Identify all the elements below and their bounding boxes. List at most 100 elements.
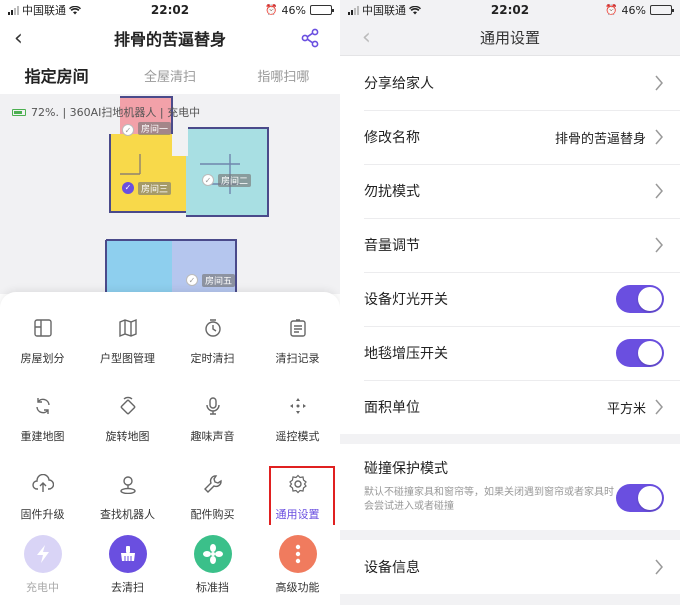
advanced-features-label: 高级功能 [275, 581, 320, 594]
function-grid: 房屋划分 户型图管理 定时清扫 清扫记录 重建地图 旋转地图 趣味声音 遥控模式… [0, 292, 340, 536]
advanced-features-button[interactable]: 高级功能 [255, 525, 340, 605]
room-split-button[interactable]: 房屋划分 [0, 302, 85, 380]
remote-mode-button[interactable]: 遥控模式 [255, 380, 340, 458]
chevron-right-icon [655, 237, 663, 253]
robot-battery-icon [12, 108, 26, 116]
back-icon[interactable]: ‹ [362, 25, 371, 50]
find-robot-label: 查找机器人 [100, 508, 155, 521]
left-screen: 中国联通 22:02 ⏰ 46% ‹ 排骨的苦逼替身 指定房间 全屋清扫 指哪扫… [0, 0, 340, 605]
tab-spot-clean[interactable]: 指哪扫哪 [227, 66, 340, 85]
clean-record-button[interactable]: 清扫记录 [255, 302, 340, 380]
floorplan-map-icon [116, 316, 140, 340]
signal-icon [348, 5, 359, 15]
volume-row[interactable]: 音量调节 [340, 218, 680, 272]
carpet-boost-label: 地毯增压开关 [364, 346, 448, 362]
floorplan-manage-button[interactable]: 户型图管理 [85, 302, 170, 380]
rotate-map-label: 旋转地图 [105, 430, 150, 443]
room-4-area [106, 240, 172, 294]
function-panel: 房屋划分 户型图管理 定时清扫 清扫记录 重建地图 旋转地图 趣味声音 遥控模式… [0, 292, 340, 605]
rename-label: 修改名称 [364, 130, 420, 146]
lightning-icon [23, 535, 62, 573]
carrier-label: 中国联通 [22, 4, 66, 17]
collision-protect-toggle[interactable] [616, 484, 664, 512]
charging-button[interactable]: 充电中 [0, 525, 85, 605]
gear-icon [286, 472, 310, 496]
rotate-map-button[interactable]: 旋转地图 [85, 380, 170, 458]
device-name-value: 排骨的苦逼替身 [554, 131, 646, 147]
collision-protect-row: 碰撞保护模式 默认不碰撞家具和窗帘等，如果关闭遇到窗帘或者家具时会尝试进入或者碰… [340, 444, 680, 530]
collision-protect-description: 默认不碰撞家具和窗帘等，如果关闭遇到窗帘或者家具时会尝试进入或者碰撞 [364, 487, 614, 512]
device-info-label: 设备信息 [364, 560, 420, 576]
chevron-right-icon [655, 75, 663, 91]
alarm-icon: ⏰ [605, 4, 618, 16]
general-settings-label: 通用设置 [275, 508, 320, 521]
settings-group-main: 分享给家人 修改名称 排骨的苦逼替身 勿扰模式 音量调节 设备灯光开关 地毯增压… [340, 56, 680, 434]
status-bar: 中国联通 22:02 ⏰ 46% [0, 0, 340, 20]
scheduled-clean-button[interactable]: 定时清扫 [170, 302, 255, 380]
section-gap [340, 434, 680, 444]
room-split-label: 房屋划分 [20, 352, 65, 365]
device-info-row[interactable]: 设备信息 [340, 540, 680, 594]
fun-sound-label: 趣味声音 [190, 430, 235, 443]
battery-icon [310, 5, 334, 15]
robot-status-text: 72%. | 360AI扫地机器人 | 充电中 [31, 106, 201, 119]
chevron-right-icon [655, 399, 663, 415]
bottom-actions: 充电中 去清扫 标准挡 高级功能 [0, 525, 340, 605]
room-split-icon [31, 316, 55, 340]
settings-title: 通用设置 [479, 29, 540, 47]
room-1-label: 房间一 [138, 122, 172, 135]
tab-designated-room[interactable]: 指定房间 [0, 63, 113, 97]
area-unit-value: 平方米 [606, 401, 646, 417]
locate-robot-icon [116, 472, 140, 496]
area-unit-label: 面积单位 [364, 400, 420, 416]
battery-percent: 46% [281, 3, 306, 17]
broom-icon [108, 535, 147, 573]
mode-tabs: 指定房间 全屋清扫 指哪扫哪 [0, 56, 340, 97]
room-3-check-icon: ✓ [122, 182, 134, 194]
do-not-disturb-label: 勿扰模式 [364, 184, 420, 200]
tab-whole-house[interactable]: 全屋清扫 [113, 66, 226, 85]
clean-record-label: 清扫记录 [275, 352, 320, 365]
back-icon[interactable]: ‹ [14, 26, 23, 51]
share-icon[interactable] [300, 28, 320, 48]
section-gap [340, 530, 680, 540]
more-dots-icon [278, 535, 317, 573]
floor-map[interactable]: 72%. | 360AI扫地机器人 | 充电中 ✓ 房间一 ✓ 房间三 ✓ 房间… [0, 94, 340, 294]
go-clean-button[interactable]: 去清扫 [85, 525, 170, 605]
area-unit-row[interactable]: 面积单位 平方米 [340, 380, 680, 434]
collision-protect-label: 碰撞保护模式 [364, 461, 448, 477]
rename-row[interactable]: 修改名称 排骨的苦逼替身 [340, 110, 680, 164]
room-2-area [186, 128, 268, 216]
header: ‹ 排骨的苦逼替身 [0, 20, 340, 56]
microphone-icon [201, 394, 225, 418]
room-2-check-icon: ✓ [202, 174, 214, 186]
go-clean-label: 去清扫 [111, 581, 144, 594]
chevron-right-icon [655, 183, 663, 199]
wrench-icon [201, 472, 225, 496]
settings-group-collision: 碰撞保护模式 默认不碰撞家具和窗帘等，如果关闭遇到窗帘或者家具时会尝试进入或者碰… [340, 444, 680, 530]
carrier-label: 中国联通 [362, 4, 406, 17]
device-light-row: 设备灯光开关 [340, 272, 680, 326]
device-light-toggle[interactable] [616, 285, 664, 313]
carpet-boost-toggle[interactable] [616, 339, 664, 367]
share-family-label: 分享给家人 [364, 76, 434, 92]
standard-mode-button[interactable]: 标准挡 [170, 525, 255, 605]
remote-arrows-icon [286, 394, 310, 418]
floorplan-manage-label: 户型图管理 [100, 352, 155, 365]
right-screen: 中国联通 22:02 ⏰ 46% ‹ 通用设置 分享给家人 修改名称 排骨的苦逼… [340, 0, 680, 605]
battery-percent: 46% [621, 3, 646, 17]
fun-sound-button[interactable]: 趣味声音 [170, 380, 255, 458]
firmware-upgrade-label: 固件升级 [20, 508, 65, 521]
battery-icon [650, 5, 674, 15]
chevron-right-icon [655, 559, 663, 575]
do-not-disturb-row[interactable]: 勿扰模式 [340, 164, 680, 218]
device-light-label: 设备灯光开关 [364, 292, 448, 308]
room-1-check-icon: ✓ [122, 124, 134, 136]
share-family-row[interactable]: 分享给家人 [340, 56, 680, 110]
charging-label: 充电中 [26, 581, 59, 594]
robot-status: 72%. | 360AI扫地机器人 | 充电中 [12, 104, 200, 120]
settings-group-info: 设备信息 [340, 540, 680, 594]
signal-icon [8, 5, 19, 15]
wifi-icon [409, 5, 421, 14]
rebuild-map-button[interactable]: 重建地图 [0, 380, 85, 458]
